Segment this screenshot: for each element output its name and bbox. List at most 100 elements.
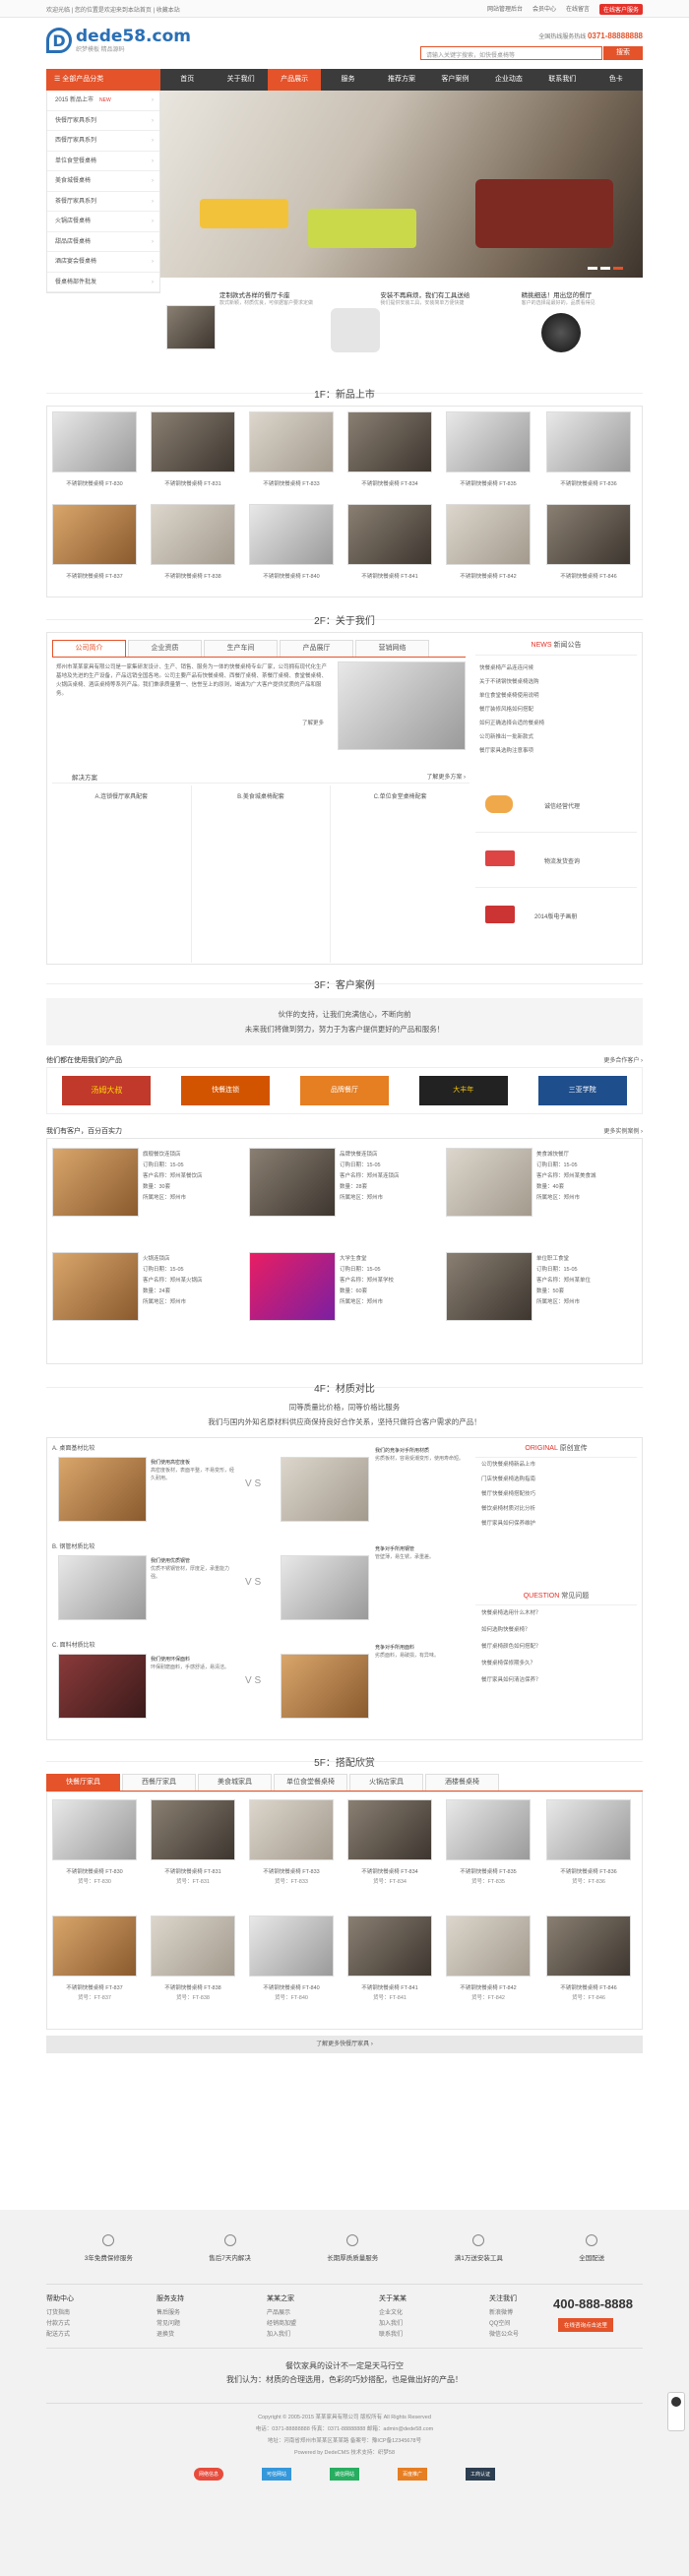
partner-badge[interactable]: 诚信网站 xyxy=(329,2468,359,2481)
product-card[interactable]: 不锈钢快餐桌椅 FT-835 货号：FT-835 xyxy=(446,1799,531,1908)
sidebar-item[interactable]: 单位食堂餐桌椅 xyxy=(47,152,159,171)
case-card[interactable]: 品牌快餐连锁店 订购日期：15-05 客户名称：郑州某连锁店 数量：28套 所属地区：郑… xyxy=(249,1148,442,1236)
original-item[interactable]: 餐厅快餐桌椅搭配技巧 xyxy=(481,1487,637,1502)
news-item[interactable]: 如何正确选择合适的餐桌椅 xyxy=(479,717,637,730)
news-item[interactable]: 餐厅家具选购注意事项 xyxy=(479,744,637,758)
product-card[interactable]: 不锈钢快餐桌椅 FT-836 货号：FT-836 xyxy=(546,1799,631,1908)
online-consult-button[interactable]: 在线咨询点击这里 xyxy=(557,2318,613,2332)
nav-cases[interactable]: 客户案例 xyxy=(428,69,481,91)
news-item[interactable]: 餐厅装修风格如何搭配 xyxy=(479,703,637,717)
case-card[interactable]: 单位职工食堂 订购日期：15-05 客户名称：郑州某单位 数量：50套 所属地区：郑州市 xyxy=(446,1252,639,1341)
tab-canteen[interactable]: 单位食堂餐桌椅 xyxy=(274,1774,347,1791)
question-item[interactable]: 餐厅家具如何清洁保养？ xyxy=(481,1672,637,1689)
case-card[interactable]: 大学生食堂 订购日期：15-05 客户名称：郑州某学校 数量：60套 所属地区：郑州市 xyxy=(249,1252,442,1341)
using-more-link[interactable]: 更多合作客户 › xyxy=(603,1055,643,1064)
product-card[interactable]: 不锈钢快餐桌椅 FT-831 货号：FT-831 xyxy=(151,1799,235,1908)
brand-logo[interactable]: 大丰年 xyxy=(418,1076,508,1105)
nav-news[interactable]: 企业动态 xyxy=(482,69,535,91)
sidebar-item[interactable]: 2015 新品上市 NEW xyxy=(47,91,159,111)
case-card[interactable]: 美食城快餐厅 订购日期：15-05 客户名称：郑州某美食城 数量：40套 所属地区：郑州… xyxy=(446,1148,639,1236)
sidebar-item[interactable]: 甜品店餐桌椅 xyxy=(47,232,159,252)
plan-item[interactable]: B.美食城桌椅配套 xyxy=(192,785,332,963)
footer-link[interactable]: 新浪微博 xyxy=(489,2308,519,2319)
nav-home[interactable]: 首页 xyxy=(160,69,214,91)
banner-dots[interactable] xyxy=(588,267,623,270)
matching-more-button[interactable]: 了解更多快餐厅家具 › xyxy=(46,2036,643,2053)
product-card[interactable]: 不锈钢快餐桌椅 FT-840 货号：FT-840 xyxy=(249,1916,334,2024)
product-card[interactable]: 不锈钢快餐桌椅 FT-838 xyxy=(151,504,235,589)
question-item[interactable]: 餐厅桌椅颜色如何搭配？ xyxy=(481,1639,637,1656)
tab-intro[interactable]: 公司简介 xyxy=(52,640,126,657)
footer-link[interactable]: 联系我们 xyxy=(379,2330,407,2341)
sidebar-item[interactable]: 美食城餐桌椅 xyxy=(47,171,159,192)
service-item[interactable]: 诚信经营代理 xyxy=(475,778,637,833)
original-item[interactable]: 餐饮桌椅材质对比分析 xyxy=(481,1502,637,1517)
footer-link[interactable]: 加入我们 xyxy=(267,2330,296,2341)
tab-fastfood[interactable]: 快餐厅家具 xyxy=(46,1774,120,1791)
sidebar-item[interactable]: 酒店宴会餐桌椅 xyxy=(47,252,159,273)
brand-logo[interactable]: 汤姆大叔 xyxy=(62,1076,152,1105)
nav-contact[interactable]: 联系我们 xyxy=(535,69,589,91)
product-card[interactable]: 不锈钢快餐桌椅 FT-841 货号：FT-841 xyxy=(347,1916,432,2024)
nav-products[interactable]: 产品展示 xyxy=(267,69,322,91)
tab-network[interactable]: 营销网络 xyxy=(355,640,429,657)
member-link[interactable]: 会员中心 xyxy=(532,4,556,15)
tab-showroom[interactable]: 产品展厅 xyxy=(280,640,353,657)
search-button[interactable]: 搜索 xyxy=(603,46,643,60)
tab-workshop[interactable]: 生产车间 xyxy=(204,640,278,657)
product-card[interactable]: 不锈钢快餐桌椅 FT-834 xyxy=(347,411,432,496)
hero-banner[interactable] xyxy=(160,91,643,278)
category-menu-button[interactable]: ☰ 全部产品分类 xyxy=(46,69,160,91)
footer-link[interactable]: 微信公众号 xyxy=(489,2330,519,2341)
footer-link[interactable]: 配送方式 xyxy=(46,2330,74,2341)
case-card[interactable]: 火锅连锁店 订购日期：15-05 客户名称：郑州某火锅店 数量：24套 所属地区：郑州市 xyxy=(52,1252,245,1341)
search-input[interactable]: 请输入关键字搜索，如快餐桌椅等 xyxy=(420,46,602,60)
partner-badge[interactable]: 工商认证 xyxy=(465,2468,495,2481)
footer-link[interactable]: QQ空间 xyxy=(489,2319,519,2330)
admin-link[interactable]: 网站管理后台 xyxy=(487,4,523,15)
product-card[interactable]: 不锈钢快餐桌椅 FT-836 xyxy=(546,411,631,496)
footer-link[interactable]: 产品展示 xyxy=(267,2308,296,2319)
footer-link[interactable]: 订货指南 xyxy=(46,2308,74,2319)
product-card[interactable]: 不锈钢快餐桌椅 FT-846 xyxy=(546,504,631,589)
sidebar-item[interactable]: 西餐厅家具系列 xyxy=(47,131,159,152)
footer-link[interactable]: 售后服务 xyxy=(157,2308,184,2319)
product-card[interactable]: 不锈钢快餐桌椅 FT-841 xyxy=(347,504,432,589)
product-card[interactable]: 不锈钢快餐桌椅 FT-838 货号：FT-838 xyxy=(151,1916,235,2024)
nav-about[interactable]: 关于我们 xyxy=(214,69,267,91)
nav-colors[interactable]: 色卡 xyxy=(590,69,643,91)
news-item[interactable]: 公司新推出一批新款式 xyxy=(479,730,637,744)
product-card[interactable]: 不锈钢快餐桌椅 FT-835 xyxy=(446,411,531,496)
sidebar-item[interactable]: 火锅店餐桌椅 xyxy=(47,212,159,232)
feature-select[interactable]: 精挑细选！用出您的餐厅 客户的选择是最好的，品质看得见 xyxy=(482,283,643,374)
feature-tools[interactable]: 安装不再麻烦，我们有工具送给 我们提供安装工具，安装简单方便快捷 xyxy=(321,283,481,374)
tab-foodcourt[interactable]: 美食城家具 xyxy=(198,1774,272,1791)
footer-link[interactable]: 加入我们 xyxy=(379,2319,407,2330)
product-card[interactable]: 不锈钢快餐桌椅 FT-842 货号：FT-842 xyxy=(446,1916,531,2024)
partner-badge[interactable]: 网络信息 xyxy=(194,2468,224,2481)
question-item[interactable]: 快餐桌椅保修期多久？ xyxy=(481,1656,637,1672)
service-item[interactable]: 物流发货查询 xyxy=(475,833,637,888)
product-card[interactable]: 不锈钢快餐桌椅 FT-833 货号：FT-833 xyxy=(249,1799,334,1908)
news-item[interactable]: 关于不锈钢快餐桌椅选购 xyxy=(479,675,637,689)
news-item[interactable]: 快餐桌椅产品连连问候 xyxy=(479,661,637,675)
brand-logo[interactable]: 品牌餐厅 xyxy=(299,1076,389,1105)
intro-more-link[interactable]: 了解更多 xyxy=(302,719,324,726)
product-card[interactable]: 不锈钢快餐桌椅 FT-837 xyxy=(52,504,137,589)
partner-badge[interactable]: 可信网站 xyxy=(261,2468,291,2481)
plan-item[interactable]: A.连锁餐厅家具配套 xyxy=(52,785,192,963)
feature-booth[interactable]: 定制款式各样的餐厅卡座 款式新颖，材质优良，可依据客户要求定做 xyxy=(160,283,321,374)
brand-logo[interactable]: 三亚学院 xyxy=(537,1076,627,1105)
tab-qualification[interactable]: 企业资质 xyxy=(128,640,202,657)
sidebar-item[interactable]: 快餐厅家具系列 xyxy=(47,111,159,131)
nav-service[interactable]: 服务 xyxy=(321,69,374,91)
partner-badge[interactable]: 百度推广 xyxy=(397,2468,427,2481)
footer-link[interactable]: 企业文化 xyxy=(379,2308,407,2319)
sidebar-item[interactable]: 茶餐厅家具系列 xyxy=(47,192,159,212)
product-card[interactable]: 不锈钢快餐桌椅 FT-830 xyxy=(52,411,137,496)
original-item[interactable]: 门店快餐桌椅选购指南 xyxy=(481,1473,637,1487)
product-card[interactable]: 不锈钢快餐桌椅 FT-840 xyxy=(249,504,334,589)
footer-link[interactable]: 经销商加盟 xyxy=(267,2319,296,2330)
tab-hotpot[interactable]: 火锅店家具 xyxy=(349,1774,423,1791)
service-item[interactable]: 2014版电子画册 xyxy=(475,888,637,943)
